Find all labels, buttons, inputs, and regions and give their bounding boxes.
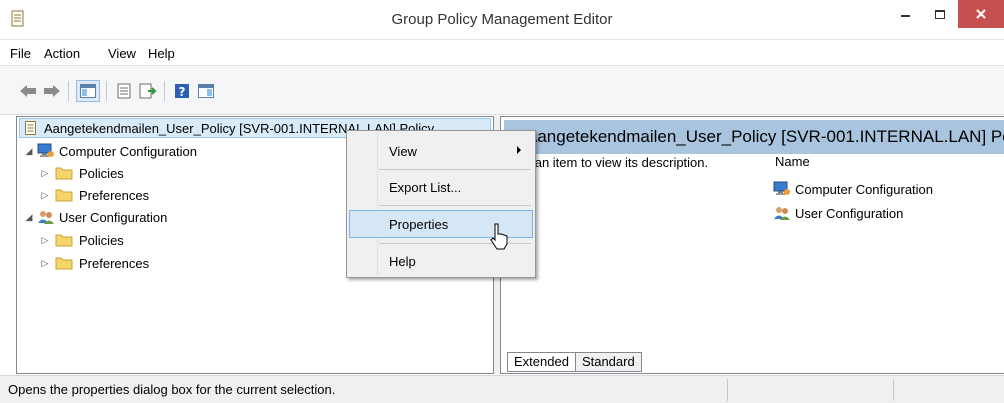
close-button[interactable] bbox=[958, 0, 1004, 28]
mouse-cursor-icon bbox=[490, 223, 508, 250]
details-header: Aangetekendmailen_User_Policy [SVR-001.I… bbox=[504, 120, 1004, 154]
properties-icon bbox=[117, 83, 131, 99]
menu-action[interactable]: Action bbox=[44, 46, 80, 61]
context-menu-label: Properties bbox=[389, 216, 449, 232]
folder-icon bbox=[55, 257, 73, 270]
show-hide-console-tree-icon bbox=[80, 84, 96, 98]
context-menu-view[interactable]: View bbox=[349, 137, 533, 165]
folder-icon bbox=[55, 234, 73, 247]
users-icon bbox=[38, 211, 54, 224]
export-list-icon bbox=[139, 83, 157, 99]
properties-button[interactable] bbox=[114, 81, 134, 101]
status-bar: Opens the properties dialog box for the … bbox=[0, 375, 1004, 403]
status-text: Opens the properties dialog box for the … bbox=[8, 382, 336, 397]
tree-item-computer-policies[interactable]: ▷ Policies bbox=[39, 163, 124, 183]
view-tabs: Extended Standard bbox=[507, 352, 642, 372]
folder-icon bbox=[55, 189, 73, 202]
users-icon bbox=[774, 207, 790, 220]
help-icon: ? bbox=[175, 84, 189, 99]
tree-item-computer-preferences[interactable]: ▷ Preferences bbox=[39, 185, 150, 205]
back-arrow-icon bbox=[20, 85, 36, 97]
context-menu-label: View bbox=[389, 143, 417, 159]
maximize-icon bbox=[935, 9, 945, 19]
folder-icon bbox=[55, 167, 73, 180]
tree-item-computer-configuration[interactable]: ◢ Computer Configuration bbox=[23, 141, 197, 161]
details-pane: Aangetekendmailen_User_Policy [SVR-001.I… bbox=[500, 116, 1004, 374]
collapsed-arrow-icon[interactable]: ▷ bbox=[39, 258, 51, 269]
context-menu: View Export List... Properties Help bbox=[346, 130, 536, 278]
policy-document-icon bbox=[25, 121, 36, 135]
show-hide-action-pane-button[interactable] bbox=[196, 81, 216, 101]
tree-item-label: Computer Configuration bbox=[59, 143, 198, 159]
tree-item-user-configuration[interactable]: ◢ User Configuration bbox=[23, 207, 168, 227]
forward-button[interactable] bbox=[42, 81, 62, 101]
menu-file[interactable]: File bbox=[10, 46, 31, 61]
tree-item-user-preferences[interactable]: ▷ Preferences bbox=[39, 253, 150, 273]
title-bar: Group Policy Management Editor bbox=[0, 0, 1004, 40]
menu-help[interactable]: Help bbox=[148, 46, 175, 61]
show-hide-action-pane-icon bbox=[198, 84, 214, 98]
tree-item-label: Policies bbox=[79, 165, 124, 181]
tab-standard[interactable]: Standard bbox=[575, 352, 642, 372]
expanded-arrow-icon[interactable]: ◢ bbox=[23, 146, 35, 157]
submenu-arrow-icon bbox=[517, 146, 521, 154]
close-icon bbox=[976, 9, 986, 19]
context-menu-export-list[interactable]: Export List... bbox=[349, 173, 533, 201]
list-item-user-configuration[interactable]: User Configuration bbox=[773, 203, 903, 223]
tree-item-label: User Configuration bbox=[59, 209, 168, 225]
maximize-button[interactable] bbox=[925, 0, 955, 28]
window-title: Group Policy Management Editor bbox=[391, 11, 613, 28]
export-list-button[interactable] bbox=[138, 81, 158, 101]
tab-extended[interactable]: Extended bbox=[507, 352, 576, 372]
tree-item-label: Preferences bbox=[79, 255, 150, 271]
list-item-label: User Configuration bbox=[795, 205, 904, 221]
description-text: ct an item to view its description. bbox=[521, 155, 709, 170]
menu-view[interactable]: View bbox=[108, 46, 136, 61]
forward-arrow-icon bbox=[44, 85, 60, 97]
toolbar: ? bbox=[0, 65, 1004, 115]
minimize-button[interactable] bbox=[890, 0, 920, 28]
help-button[interactable]: ? bbox=[172, 81, 192, 101]
tree-item-label: Preferences bbox=[79, 187, 150, 203]
svg-text:?: ? bbox=[179, 85, 186, 99]
computer-icon bbox=[37, 143, 54, 157]
collapsed-arrow-icon[interactable]: ▷ bbox=[39, 235, 51, 246]
expanded-arrow-icon[interactable]: ◢ bbox=[23, 212, 35, 223]
list-item-computer-configuration[interactable]: Computer Configuration bbox=[773, 179, 933, 199]
menu-bar: File Action View Help bbox=[0, 41, 1004, 65]
name-column-header[interactable]: Name bbox=[775, 154, 810, 169]
minimize-icon bbox=[900, 15, 910, 17]
tree-item-user-policies[interactable]: ▷ Policies bbox=[39, 230, 124, 250]
context-menu-label: Export List... bbox=[389, 179, 462, 195]
context-menu-label: Help bbox=[389, 253, 416, 269]
collapsed-arrow-icon[interactable]: ▷ bbox=[39, 168, 51, 179]
list-item-label: Computer Configuration bbox=[795, 181, 934, 197]
details-header-title: Aangetekendmailen_User_Policy [SVR-001.I… bbox=[526, 127, 1004, 146]
computer-icon bbox=[773, 181, 790, 195]
back-button[interactable] bbox=[18, 81, 38, 101]
tree-item-label: Policies bbox=[79, 232, 124, 248]
collapsed-arrow-icon[interactable]: ▷ bbox=[39, 190, 51, 201]
show-hide-console-tree-button[interactable] bbox=[76, 80, 100, 102]
